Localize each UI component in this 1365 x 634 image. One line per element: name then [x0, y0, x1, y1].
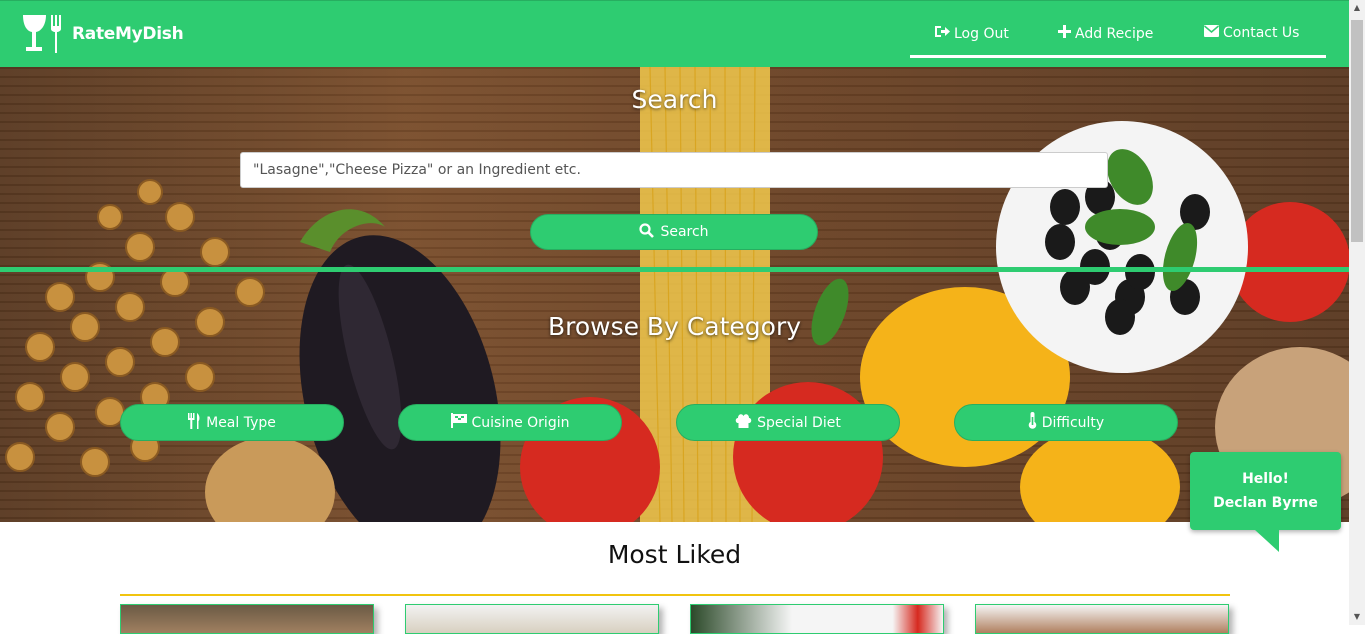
search-heading: Search	[631, 85, 718, 114]
add-recipe-label: Add Recipe	[1075, 25, 1154, 42]
category-label: Cuisine Origin	[471, 414, 570, 431]
scroll-down-arrow-icon[interactable]: ▼	[1349, 609, 1365, 625]
plus-icon	[1058, 25, 1071, 42]
scrollbar-thumb[interactable]	[1351, 20, 1363, 242]
contact-label: Contact Us	[1223, 25, 1300, 41]
thermometer-icon	[1028, 412, 1037, 433]
brand-name: RateMyDish	[72, 24, 184, 44]
user-greeting-bubble: Hello! Declan Byrne	[1190, 452, 1341, 530]
recipe-card[interactable]	[405, 604, 659, 634]
most-liked-heading: Most Liked	[607, 540, 742, 569]
logout-link[interactable]: Log Out	[934, 25, 1009, 42]
sign-out-icon	[934, 25, 950, 42]
hero-banner: Search "Lasagne","Cheese Pizza" or an In…	[0, 67, 1349, 522]
category-cuisine-origin-button[interactable]: Cuisine Origin	[398, 404, 622, 441]
greeting-username: Declan Byrne	[1213, 495, 1318, 511]
flag-icon	[450, 413, 467, 432]
browse-heading: Browse By Category	[547, 312, 802, 341]
search-button[interactable]: Search	[530, 214, 818, 250]
contact-link[interactable]: Contact Us	[1204, 25, 1299, 41]
section-divider	[0, 267, 1349, 272]
scroll-up-arrow-icon[interactable]: ▲	[1349, 0, 1365, 16]
recipe-card[interactable]	[690, 604, 944, 634]
greeting-hello: Hello!	[1242, 471, 1289, 487]
category-meal-type-button[interactable]: Meal Type	[120, 404, 344, 441]
category-difficulty-button[interactable]: Difficulty	[954, 404, 1178, 441]
chef-hat-icon	[735, 413, 752, 432]
category-label: Special Diet	[757, 414, 841, 431]
category-label: Difficulty	[1041, 414, 1105, 431]
recipe-card[interactable]	[975, 604, 1229, 634]
recipe-card[interactable]	[120, 604, 374, 634]
add-recipe-link[interactable]: Add Recipe	[1058, 25, 1153, 42]
search-icon	[639, 222, 655, 242]
top-navbar: RateMyDish Log Out Add Recipe Contact Us	[0, 0, 1349, 67]
food-decoration	[5, 67, 1349, 522]
search-input[interactable]: "Lasagne","Cheese Pizza" or an Ingredien…	[240, 152, 1108, 188]
category-label: Meal Type	[206, 414, 276, 431]
search-button-label: Search	[660, 224, 709, 240]
envelope-icon	[1204, 25, 1219, 41]
heading-underline	[120, 594, 1230, 596]
logout-label: Log Out	[954, 25, 1009, 42]
brand-logo[interactable]: RateMyDish	[22, 14, 184, 54]
cutlery-glass-icon	[22, 14, 64, 54]
category-special-diet-button[interactable]: Special Diet	[676, 404, 900, 441]
nav-links: Log Out Add Recipe Contact Us	[910, 17, 1326, 58]
cutlery-icon	[188, 412, 201, 433]
